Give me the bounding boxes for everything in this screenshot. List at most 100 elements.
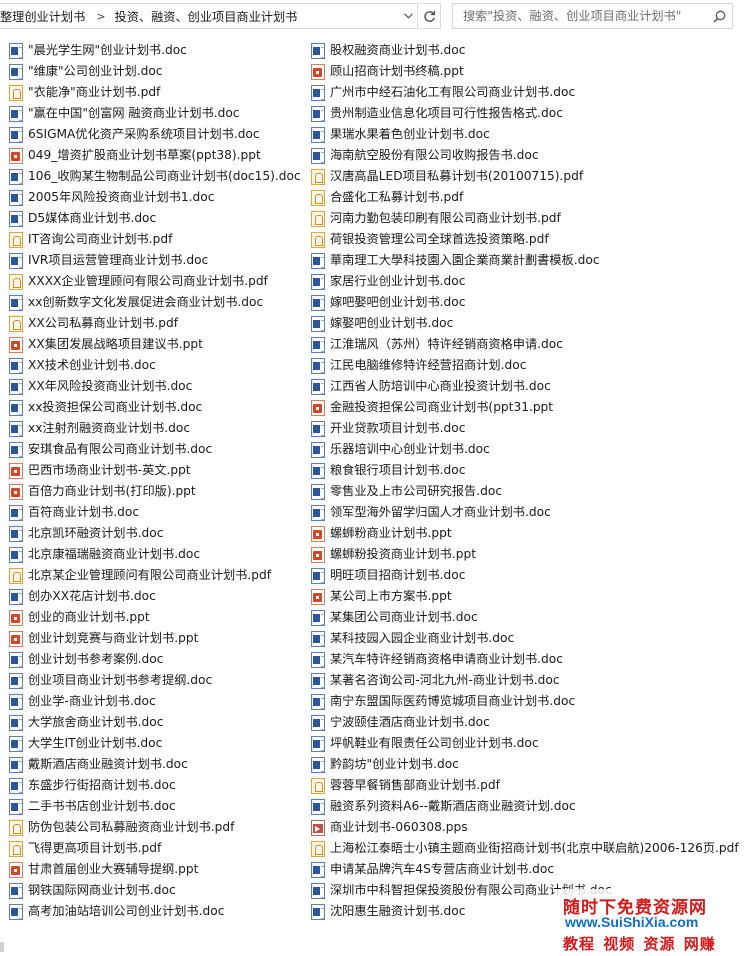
file-item[interactable]: 果瑞水果着色创业计划书.doc [311, 124, 741, 145]
file-item[interactable]: 创业项目商业计划书参考提纲.doc [9, 670, 309, 691]
file-item[interactable]: 甘肃首届创业大赛辅导提纲.ppt [9, 859, 309, 880]
file-item[interactable]: 东盛步行街招商计划书.doc [9, 775, 309, 796]
file-item[interactable]: "衣能净"商业计划书.pdf [9, 82, 309, 103]
file-item[interactable]: 领军型海外留学归国人才商业计划书.doc [311, 502, 741, 523]
file-item[interactable]: 创办XX花店计划书.doc [9, 586, 309, 607]
file-item[interactable]: XXXX企业管理顾问有限公司商业计划书.pdf [9, 271, 309, 292]
search-icon[interactable] [706, 4, 732, 28]
file-item[interactable]: IVR项目运营管理商业计划书.doc [9, 250, 309, 271]
file-name: 河南力勤包装印刷有限公司商业计划书.pdf [330, 211, 561, 225]
ppt-file-icon [9, 483, 23, 500]
file-item[interactable]: 巴西市场商业计划书-英文.ppt [9, 460, 309, 481]
file-item[interactable]: 广州市中经石油化工有限公司商业计划书.doc [311, 82, 741, 103]
search-input[interactable] [453, 5, 706, 27]
file-item[interactable]: 创业学-商业计划书.doc [9, 691, 309, 712]
breadcrumb[interactable]: 整理创业计划书 > 投资、融资、创业项目商业计划书 [0, 3, 418, 29]
file-item[interactable]: 创业计划书参考案例.doc [9, 649, 309, 670]
file-item[interactable]: 海南航空股份有限公司收购报告书.doc [311, 145, 741, 166]
file-item[interactable]: 百符商业计划书.doc [9, 502, 309, 523]
file-item[interactable]: "维康"公司创业计划.doc [9, 61, 309, 82]
file-item[interactable]: 融资系列资料A6--戴斯酒店商业融资计划.doc [311, 796, 741, 817]
file-item[interactable]: IT咨询公司商业计划书.pdf [9, 229, 309, 250]
file-item[interactable]: 粮食银行项目计划书.doc [311, 460, 741, 481]
file-item[interactable]: 宁波颐佳酒店商业计划书.doc [311, 712, 741, 733]
doc-file-icon [311, 105, 325, 122]
file-item[interactable]: 乐器培训中心创业计划书.doc [311, 439, 741, 460]
chevron-down-icon[interactable] [398, 3, 418, 29]
file-item[interactable]: 荷银投资管理公司全球首选投资策略.pdf [311, 229, 741, 250]
file-item[interactable]: 049_增资扩股商业计划书草案(ppt38).ppt [9, 145, 309, 166]
file-item[interactable]: 安琪食品有限公司商业计划书.doc [9, 439, 309, 460]
file-item[interactable]: 申请某品牌汽车4S专营店商业计划书.doc [311, 859, 741, 880]
file-item[interactable]: 某集团公司商业计划书.doc [311, 607, 741, 628]
file-item[interactable]: 股权融资商业计划书.doc [311, 40, 741, 61]
file-item[interactable]: 某科技园入园企业商业计划书.doc [311, 628, 741, 649]
file-item[interactable]: 北京凯环融资计划书.doc [9, 523, 309, 544]
file-item[interactable]: 上海松江泰晤士小镇主题商业街招商计划书(北京中联启航)2006-126页.pdf [311, 838, 741, 859]
file-item[interactable]: 嫁吧娶吧创业计划书.doc [311, 292, 741, 313]
file-item[interactable]: 零售业及上市公司研究报告.doc [311, 481, 741, 502]
file-item[interactable]: 2005年风险投资商业计划书1.doc [9, 187, 309, 208]
file-name: 果瑞水果着色创业计划书.doc [330, 127, 490, 141]
doc-file-icon [311, 462, 325, 479]
file-item[interactable]: 金融投资担保公司商业计划书(ppt31.ppt [311, 397, 741, 418]
file-item[interactable]: 華南理工大學科技園入園企業商業計劃書模板.doc [311, 250, 741, 271]
file-item[interactable]: 某汽车特许经销商资格申请商业计划书.doc [311, 649, 741, 670]
file-item[interactable]: 北京某企业管理顾问有限公司商业计划书.pdf [9, 565, 309, 586]
file-item[interactable]: xx创新数字文化发展促进会商业计划书.doc [9, 292, 309, 313]
refresh-icon[interactable] [419, 3, 441, 29]
file-item[interactable]: 大学生IT创业计划书.doc [9, 733, 309, 754]
file-item[interactable]: 黔韵坊"创业计划书.doc [311, 754, 741, 775]
file-item[interactable]: D5媒体商业计划书.doc [9, 208, 309, 229]
file-item[interactable]: 6SIGMA优化资产采购系统项目计划书.doc [9, 124, 309, 145]
file-item[interactable]: 防伪包装公司私募融资商业计划书.pdf [9, 817, 309, 838]
file-item[interactable]: 创业的商业计划书.ppt [9, 607, 309, 628]
file-item[interactable]: 江淮瑞风（苏州）特许经销商资格申请.doc [311, 334, 741, 355]
file-item[interactable]: 贵州制造业信息化项目可行性报告格式.doc [311, 103, 741, 124]
file-item[interactable]: XX集团发展战略项目建议书.ppt [9, 334, 309, 355]
file-item[interactable]: 坪帆鞋业有限责任公司创业计划书.doc [311, 733, 741, 754]
file-item[interactable]: 嫁娶吧创业计划书.doc [311, 313, 741, 334]
breadcrumb-parent[interactable]: 整理创业计划书 [0, 7, 85, 25]
file-item[interactable]: 二手书书店创业计划书.doc [9, 796, 309, 817]
file-item[interactable]: 合盛化工私募计划书.pdf [311, 187, 741, 208]
chevron-right-icon[interactable]: > [96, 10, 105, 23]
file-item[interactable]: 某公司上市方案书.ppt [311, 586, 741, 607]
file-item[interactable]: 螺蛳粉投资商业计划书.ppt [311, 544, 741, 565]
pdf-file-icon [311, 168, 325, 185]
file-item[interactable]: XX年风险投资商业计划书.doc [9, 376, 309, 397]
file-name: 南宁东盟国际医药博览城项目商业计划书.doc [330, 694, 576, 708]
file-name: 股权融资商业计划书.doc [330, 43, 466, 57]
file-item[interactable]: 螺蛳粉商业计划书.ppt [311, 523, 741, 544]
file-item[interactable]: 飞得更高项目计划书.pdf [9, 838, 309, 859]
file-item[interactable]: XX公司私募商业计划书.pdf [9, 313, 309, 334]
file-item[interactable]: 蓉蓉早餐销售部商业计划书.pdf [311, 775, 741, 796]
breadcrumb-current[interactable]: 投资、融资、创业项目商业计划书 [115, 7, 298, 25]
file-item[interactable]: 明旺项目招商计划书.doc [311, 565, 741, 586]
file-item[interactable]: 开业贷款项目计划书.doc [311, 418, 741, 439]
file-item[interactable]: 家居行业创业计划书.doc [311, 271, 741, 292]
file-item[interactable]: 高考加油站培训公司创业计划书.doc [9, 901, 309, 922]
file-item[interactable]: 戴斯酒店商业融资计划书.doc [9, 754, 309, 775]
file-item[interactable]: 百倍力商业计划书(打印版).ppt [9, 481, 309, 502]
file-item[interactable]: xx投资担保公司商业计划书.doc [9, 397, 309, 418]
search-box[interactable] [452, 3, 733, 29]
scrollbar-handle[interactable] [0, 942, 4, 952]
file-item[interactable]: 创业计划竞赛与商业计划书.ppt [9, 628, 309, 649]
file-item[interactable]: 河南力勤包装印刷有限公司商业计划书.pdf [311, 208, 741, 229]
file-item[interactable]: 北京康福瑞融资商业计划书.doc [9, 544, 309, 565]
file-item[interactable]: 南宁东盟国际医药博览城项目商业计划书.doc [311, 691, 741, 712]
file-item[interactable]: 商业计划书-060308.pps [311, 817, 741, 838]
file-item[interactable]: "晨光学生网"创业计划书.doc [9, 40, 309, 61]
file-item[interactable]: 汉唐高晶LED项目私募计划书(20100715).pdf [311, 166, 741, 187]
file-item[interactable]: xx注射剂融资商业计划书.doc [9, 418, 309, 439]
file-item[interactable]: 顾山招商计划书终稿.ppt [311, 61, 741, 82]
file-item[interactable]: 106_收购某生物制品公司商业计划书(doc15).doc [9, 166, 309, 187]
file-item[interactable]: 江西省人防培训中心商业投资计划书.doc [311, 376, 741, 397]
file-item[interactable]: 某著名咨询公司-河北九州-商业计划书.doc [311, 670, 741, 691]
file-item[interactable]: 大学旅舍商业计划书.doc [9, 712, 309, 733]
file-item[interactable]: "赢在中国"创富网 融资商业计划书.doc [9, 103, 309, 124]
file-item[interactable]: XX技术创业计划书.doc [9, 355, 309, 376]
file-item[interactable]: 江民电脑维修特许经营招商计划.doc [311, 355, 741, 376]
file-item[interactable]: 钢铁国际网商业计划书.doc [9, 880, 309, 901]
